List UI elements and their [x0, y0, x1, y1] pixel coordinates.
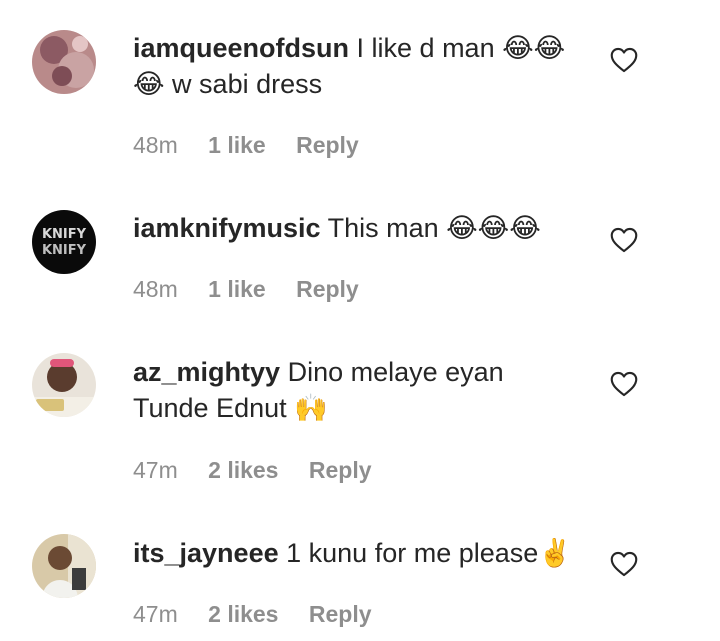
comment-timestamp: 47m — [133, 601, 178, 627]
like-count[interactable]: 2 likes — [208, 601, 278, 627]
comment-body: This man 😂😂😂 — [327, 213, 541, 243]
avatar[interactable]: KNIFY KNIFY — [32, 210, 96, 274]
heart-icon[interactable] — [610, 371, 638, 397]
reply-button[interactable]: Reply — [296, 276, 359, 302]
comment-item: az_mightyy Dino melaye eyan Tunde Ednut … — [0, 325, 720, 505]
comment-meta: 48m 1 like Reply — [133, 276, 383, 303]
comment-meta: 47m 2 likes Reply — [133, 601, 396, 628]
like-count[interactable]: 2 likes — [208, 457, 278, 483]
avatar[interactable] — [32, 30, 96, 94]
reply-button[interactable]: Reply — [309, 457, 372, 483]
reply-button[interactable]: Reply — [309, 601, 372, 627]
avatar-logo-text: KNIFY — [42, 243, 87, 258]
comment-meta: 48m 1 like Reply — [133, 132, 383, 159]
heart-icon[interactable] — [610, 47, 638, 73]
comment-text: iamqueenofdsun I like d man 😂😂 😂 w sabi … — [133, 30, 583, 102]
comment-timestamp: 47m — [133, 457, 178, 483]
comment-timestamp: 48m — [133, 132, 178, 158]
avatar[interactable] — [32, 353, 96, 417]
comment-body: I like d man 😂😂 — [356, 33, 566, 63]
comment-username[interactable]: az_mightyy — [133, 357, 280, 387]
comment-username[interactable]: iamknifymusic — [133, 213, 321, 243]
avatar-logo-text: KNIFY — [42, 227, 87, 242]
comment-body-line2: 😂 w sabi dress — [133, 69, 323, 99]
comment-text: az_mightyy Dino melaye eyan Tunde Ednut … — [133, 354, 583, 426]
comment-username[interactable]: iamqueenofdsun — [133, 33, 349, 63]
reply-button[interactable]: Reply — [296, 132, 359, 158]
comment-body: 1 kunu for me please✌️ — [286, 538, 572, 568]
comment-meta: 47m 2 likes Reply — [133, 457, 396, 484]
comment-text: its_jayneee 1 kunu for me please✌️ — [133, 535, 583, 571]
like-count[interactable]: 1 like — [208, 276, 266, 302]
comment-item: its_jayneee 1 kunu for me please✌️ 47m 2… — [0, 505, 720, 641]
comment-body-line2: Tunde Ednut 🙌 — [133, 393, 328, 423]
heart-icon[interactable] — [610, 551, 638, 577]
like-count[interactable]: 1 like — [208, 132, 266, 158]
comment-item: iamqueenofdsun I like d man 😂😂 😂 w sabi … — [0, 0, 720, 180]
comment-body: Dino melaye eyan — [287, 357, 504, 387]
comment-text: iamknifymusic This man 😂😂😂 — [133, 210, 583, 246]
comment-timestamp: 48m — [133, 276, 178, 302]
avatar[interactable] — [32, 534, 96, 598]
comment-item: KNIFY KNIFY iamknifymusic This man 😂😂😂 4… — [0, 180, 720, 325]
comment-username[interactable]: its_jayneee — [133, 538, 279, 568]
heart-icon[interactable] — [610, 227, 638, 253]
